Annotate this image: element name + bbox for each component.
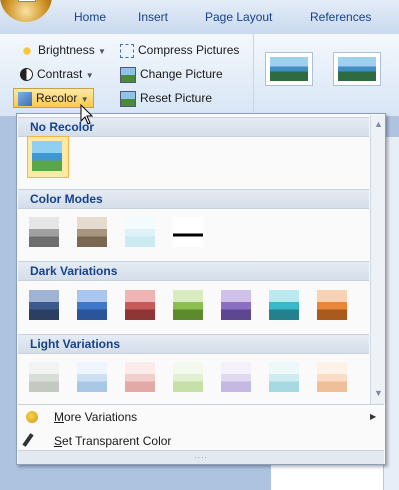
light-variation-option[interactable] (221, 362, 251, 392)
reset-label: Reset Picture (140, 91, 213, 105)
change-picture-button[interactable]: Change Picture (120, 64, 223, 84)
black-and-white-option[interactable] (173, 217, 203, 247)
dark-variation-option[interactable] (77, 290, 107, 320)
picture-thumbnail (32, 141, 62, 171)
set-transparent-accel: S (54, 434, 63, 448)
compress-label: Compress Pictures (138, 43, 240, 57)
scroll-down-arrow-icon[interactable]: ▼ (374, 388, 383, 398)
washout-option[interactable] (125, 217, 155, 247)
dark-variation-option[interactable] (173, 290, 203, 320)
more-variations-label: ore Variations (64, 410, 138, 424)
resize-grip[interactable]: .... (18, 450, 384, 464)
light-variations-header: Light Variations (18, 334, 369, 354)
brightness-button[interactable]: Brightness ▼ (20, 40, 106, 60)
submenu-arrow-icon: ▶ (370, 412, 377, 421)
sepia-option[interactable] (77, 217, 107, 247)
light-variation-option[interactable] (317, 362, 347, 392)
dark-variations-header: Dark Variations (18, 261, 369, 281)
more-variations-item[interactable]: More Variations ▶ (18, 406, 376, 428)
ribbon-adjust-group: Brightness ▼ Contrast ▼ Recolor ▼ Compre… (0, 34, 399, 117)
gallery-scrollbar[interactable]: ▲ ▼ (370, 115, 385, 405)
divider (253, 34, 254, 116)
ribbon-tab-bar: Home Insert Page Layout References (0, 0, 399, 35)
reset-icon (120, 90, 136, 107)
scroll-up-arrow-icon[interactable]: ▲ (374, 119, 383, 129)
dropdown-arrow-icon: ▼ (98, 47, 106, 56)
mouse-cursor-icon (80, 104, 94, 125)
recolor-label: Recolor (36, 91, 78, 105)
no-recolor-header: No Recolor (18, 117, 369, 137)
contrast-label: Contrast (37, 67, 83, 81)
change-picture-icon (120, 66, 136, 83)
light-variation-option[interactable] (77, 362, 107, 392)
dropdown-arrow-icon: ▼ (80, 95, 89, 104)
dark-variation-option[interactable] (317, 290, 347, 320)
recolor-icon (18, 91, 32, 106)
more-variations-accel: M (54, 410, 64, 424)
dropdown-arrow-icon: ▼ (85, 71, 94, 80)
dark-variation-option[interactable] (269, 290, 299, 320)
dark-variation-option[interactable] (29, 290, 59, 320)
light-variation-option[interactable] (269, 362, 299, 392)
picture-style-thumbnail[interactable] (265, 52, 313, 86)
compress-icon (120, 43, 134, 58)
no-recolor-option[interactable] (27, 136, 69, 178)
dark-variation-option[interactable] (125, 290, 155, 320)
contrast-button[interactable]: Contrast ▼ (20, 64, 94, 84)
reset-picture-button[interactable]: Reset Picture (120, 88, 212, 108)
set-transparent-label: et Transparent Color (62, 434, 172, 448)
light-variation-option[interactable] (173, 362, 203, 392)
eyedropper-icon (22, 433, 34, 447)
tab-page-layout[interactable]: Page Layout (205, 10, 272, 24)
picture-style-thumbnail[interactable] (333, 52, 381, 86)
office-button[interactable] (0, 0, 52, 22)
set-transparent-color-item[interactable]: Set Transparent Color (18, 430, 369, 452)
change-label: Change Picture (140, 67, 223, 81)
sun-icon (20, 43, 34, 58)
compress-pictures-button[interactable]: Compress Pictures (120, 40, 239, 60)
divider (18, 404, 384, 405)
recolor-dropdown: No Recolor Color Modes Dark Variations L… (16, 113, 386, 465)
light-variation-option[interactable] (29, 362, 59, 392)
grayscale-option[interactable] (29, 217, 59, 247)
office-logo-icon (18, 0, 36, 2)
tab-home[interactable]: Home (74, 10, 106, 24)
contrast-icon (20, 68, 33, 82)
light-variation-option[interactable] (125, 362, 155, 392)
tab-insert[interactable]: Insert (138, 10, 168, 24)
brightness-label: Brightness (38, 43, 95, 57)
color-modes-header: Color Modes (18, 189, 369, 209)
dark-variation-option[interactable] (221, 290, 251, 320)
palette-icon (26, 411, 38, 423)
tab-references[interactable]: References (310, 10, 371, 24)
